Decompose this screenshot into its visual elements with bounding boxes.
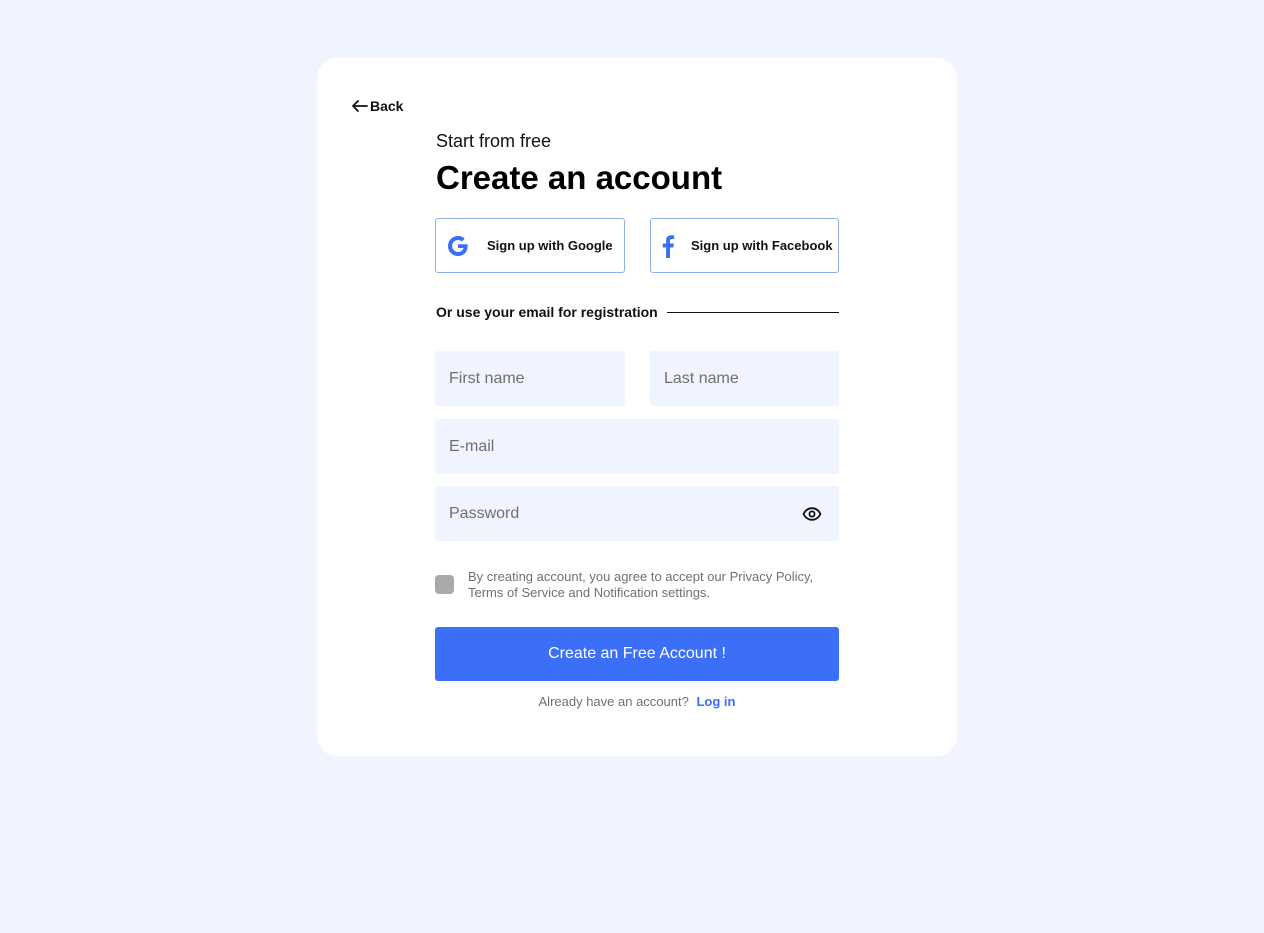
back-link[interactable]: Back <box>351 96 403 116</box>
terms-row: By creating account, you agree to accept… <box>435 569 839 601</box>
first-name-input[interactable] <box>435 351 625 406</box>
divider-line <box>666 311 839 313</box>
email-field-wrap <box>435 419 839 474</box>
social-signup-row: Sign up with Google Sign up with Faceboo… <box>435 218 839 273</box>
signup-card: Back Start from free Create an account S… <box>317 58 957 756</box>
arrow-left-icon <box>352 100 368 112</box>
divider-text: Or use your email for registration <box>436 304 658 320</box>
signup-form: Start from free Create an account Sign u… <box>435 130 839 710</box>
name-row <box>435 351 839 406</box>
facebook-icon <box>662 234 675 258</box>
google-signup-button[interactable]: Sign up with Google <box>435 218 625 273</box>
create-account-button[interactable]: Create an Free Account ! <box>435 627 839 681</box>
google-signup-label: Sign up with Google <box>487 238 613 253</box>
page-subtitle: Start from free <box>436 131 552 151</box>
terms-text: By creating account, you agree to accept… <box>468 569 814 600</box>
login-link[interactable]: Log in <box>696 694 735 709</box>
terms-checkbox[interactable] <box>435 575 454 594</box>
email-divider: Or use your email for registration <box>435 303 839 321</box>
last-name-input[interactable] <box>650 351 839 406</box>
google-icon <box>448 235 468 256</box>
login-row: Already have an account? Log in <box>435 694 839 710</box>
password-input[interactable] <box>435 486 839 541</box>
back-label: Back <box>370 98 404 114</box>
password-field-wrap <box>435 486 839 541</box>
facebook-signup-button[interactable]: Sign up with Facebook <box>650 218 839 273</box>
login-prompt: Already have an account? <box>538 694 689 709</box>
email-input[interactable] <box>435 419 839 474</box>
facebook-signup-label: Sign up with Facebook <box>691 238 833 253</box>
page-title: Create an account <box>436 159 723 196</box>
eye-icon[interactable] <box>802 504 822 524</box>
